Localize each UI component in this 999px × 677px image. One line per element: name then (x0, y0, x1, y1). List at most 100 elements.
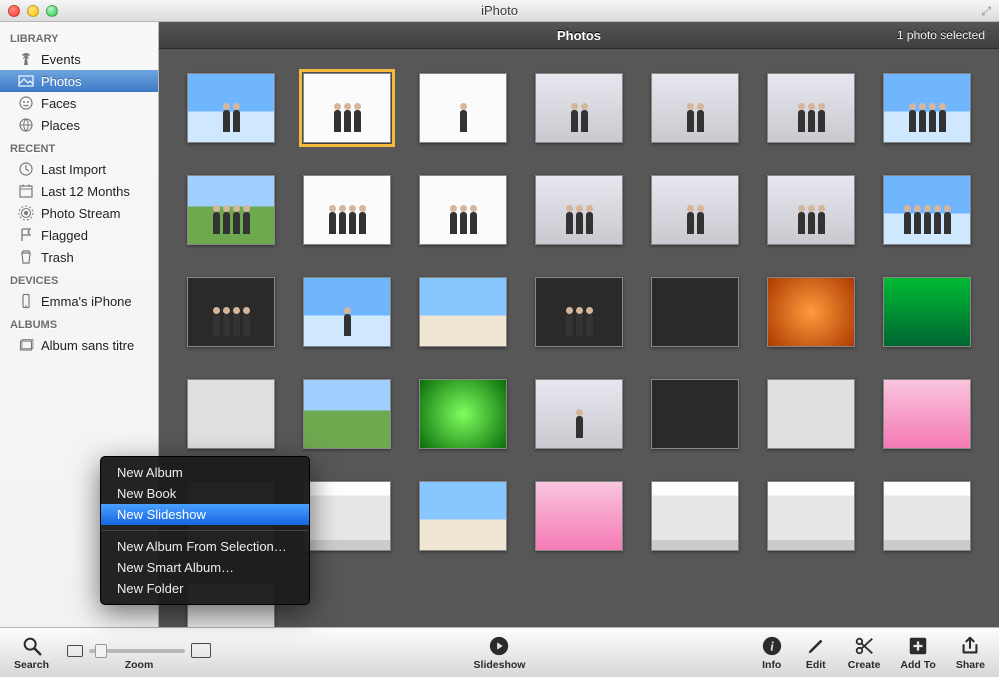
search-button[interactable]: Search (14, 634, 49, 671)
content-header: Photos 1 photo selected (159, 22, 999, 49)
photo-thumbnail[interactable] (303, 277, 391, 347)
sidebar-item-label: Photo Stream (41, 206, 121, 221)
menu-item-new-album-from-selection[interactable]: New Album From Selection… (101, 536, 309, 557)
menu-item-new-folder[interactable]: New Folder (101, 578, 309, 599)
globe-icon (18, 117, 34, 133)
photo-thumbnail[interactable] (767, 175, 855, 245)
photo-thumbnail[interactable] (883, 379, 971, 449)
tool-label: Add To (900, 659, 935, 671)
menu-item-new-slideshow[interactable]: New Slideshow (101, 504, 309, 525)
photo-thumbnail[interactable] (187, 73, 275, 143)
tool-label: Zoom (125, 659, 154, 671)
sidebar-item-events[interactable]: Events (0, 48, 158, 70)
photo-thumbnail[interactable] (303, 379, 391, 449)
photo-thumbnail[interactable] (535, 277, 623, 347)
photo-thumbnail[interactable] (535, 175, 623, 245)
tool-label: Edit (806, 659, 826, 671)
photo-thumbnail[interactable] (419, 481, 507, 551)
clock-icon (18, 161, 34, 177)
photos-icon (18, 73, 34, 89)
photo-thumbnail[interactable] (303, 175, 391, 245)
sidebar-item-device-iphone[interactable]: Emma's iPhone (0, 290, 158, 312)
selection-status: 1 photo selected (897, 28, 985, 42)
flag-icon (18, 227, 34, 243)
photo-thumbnail[interactable] (767, 379, 855, 449)
create-button[interactable]: Create (848, 634, 881, 671)
sidebar-item-flagged[interactable]: Flagged (0, 224, 158, 246)
content-title: Photos (557, 28, 601, 43)
fullscreen-icon[interactable]: ⤢ (981, 4, 991, 19)
photo-thumbnail[interactable] (767, 73, 855, 143)
photo-thumbnail[interactable] (767, 277, 855, 347)
add-to-button[interactable]: Add To (900, 634, 935, 671)
photo-thumbnail[interactable] (535, 73, 623, 143)
sidebar-item-last-import[interactable]: Last Import (0, 158, 158, 180)
photo-thumbnail[interactable] (883, 277, 971, 347)
scissors-icon (852, 634, 876, 658)
palm-icon (18, 51, 34, 67)
zoom-in-icon[interactable] (191, 643, 211, 658)
album-icon (18, 337, 34, 353)
edit-button[interactable]: Edit (804, 634, 828, 671)
tool-label: Create (848, 659, 881, 671)
photo-thumbnail[interactable] (883, 73, 971, 143)
sidebar-heading-devices: DEVICES (0, 268, 158, 290)
titlebar: iPhoto ⤢ (0, 0, 999, 22)
search-icon (20, 634, 44, 658)
menu-item-new-smart-album[interactable]: New Smart Album… (101, 557, 309, 578)
sidebar-heading-albums: ALBUMS (0, 312, 158, 334)
sidebar-item-trash[interactable]: Trash (0, 246, 158, 268)
sidebar-item-label: Flagged (41, 228, 88, 243)
sidebar-item-photos[interactable]: Photos (0, 70, 158, 92)
photo-thumbnail[interactable] (535, 481, 623, 551)
tool-label: Slideshow (474, 659, 526, 671)
photo-thumbnail[interactable] (651, 277, 739, 347)
zoom-slider[interactable] (89, 649, 185, 653)
photo-thumbnail[interactable] (651, 73, 739, 143)
zoom-control[interactable]: Zoom (67, 643, 211, 671)
sidebar-item-label: Faces (41, 96, 76, 111)
photo-thumbnail[interactable] (651, 175, 739, 245)
photo-thumbnail[interactable] (303, 73, 391, 143)
phone-icon (18, 293, 34, 309)
sidebar-item-places[interactable]: Places (0, 114, 158, 136)
photo-thumbnail[interactable] (419, 277, 507, 347)
photo-thumbnail[interactable] (419, 175, 507, 245)
info-button[interactable]: i Info (760, 634, 784, 671)
photo-thumbnail[interactable] (303, 481, 391, 551)
photo-thumbnail[interactable] (419, 379, 507, 449)
faces-icon (18, 95, 34, 111)
svg-text:i: i (770, 640, 774, 654)
photo-thumbnail[interactable] (767, 481, 855, 551)
photo-thumbnail[interactable] (187, 379, 275, 449)
photo-thumbnail[interactable] (883, 175, 971, 245)
bottom-toolbar: Search Zoom Slideshow i Info Edit Create (0, 627, 999, 677)
window-title: iPhoto (0, 3, 999, 18)
share-button[interactable]: Share (956, 634, 985, 671)
photo-thumbnail[interactable] (883, 481, 971, 551)
plus-icon (906, 634, 930, 658)
sidebar-item-label: Last Import (41, 162, 106, 177)
sidebar-item-photo-stream[interactable]: Photo Stream (0, 202, 158, 224)
sidebar-heading-recent: RECENT (0, 136, 158, 158)
photo-thumbnail[interactable] (187, 175, 275, 245)
stream-icon (18, 205, 34, 221)
tool-label: Share (956, 659, 985, 671)
sidebar-item-last-12-months[interactable]: Last 12 Months (0, 180, 158, 202)
sidebar-item-album[interactable]: Album sans titre (0, 334, 158, 356)
photo-thumbnail[interactable] (651, 481, 739, 551)
sidebar-item-label: Events (41, 52, 81, 67)
menu-item-new-book[interactable]: New Book (101, 483, 309, 504)
photo-thumbnail[interactable] (187, 277, 275, 347)
sidebar-item-faces[interactable]: Faces (0, 92, 158, 114)
trash-icon (18, 249, 34, 265)
slideshow-button[interactable]: Slideshow (474, 634, 526, 671)
menu-item-new-album[interactable]: New Album (101, 462, 309, 483)
sidebar-item-label: Emma's iPhone (41, 294, 132, 309)
play-icon (488, 634, 512, 658)
photo-thumbnail[interactable] (535, 379, 623, 449)
photo-thumbnail[interactable] (651, 379, 739, 449)
sidebar-item-label: Photos (41, 74, 81, 89)
photo-thumbnail[interactable] (419, 73, 507, 143)
zoom-out-icon[interactable] (67, 645, 83, 657)
